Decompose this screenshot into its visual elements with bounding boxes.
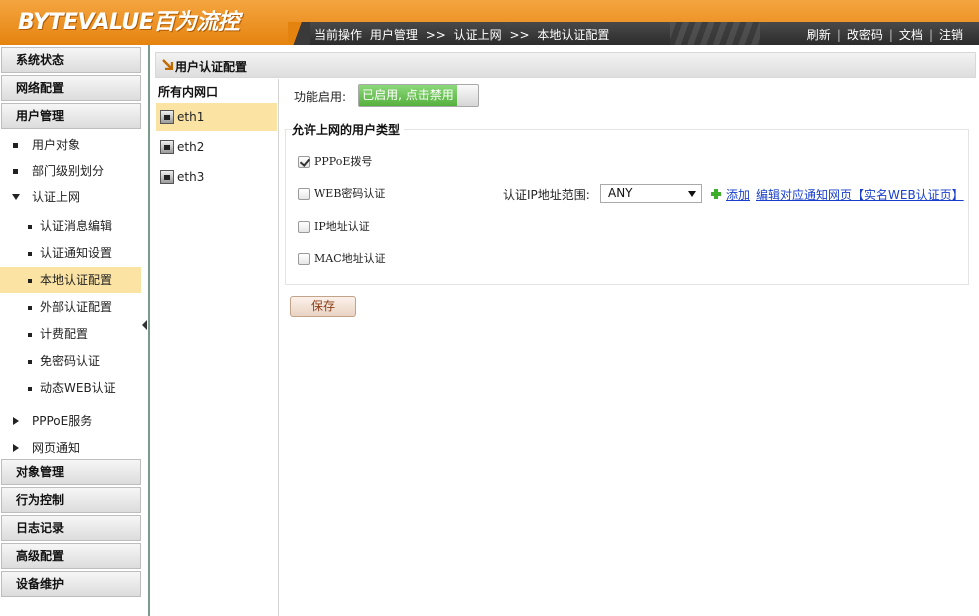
user-type-fieldset: [285, 129, 969, 285]
sidebar-item-local-auth[interactable]: 本地认证配置: [0, 267, 141, 293]
sidebar-item-auth-message[interactable]: 认证消息编辑: [0, 213, 141, 239]
sidebar-divider: [148, 45, 150, 616]
bullet-icon: [28, 360, 32, 364]
pppoe-checkbox[interactable]: [298, 156, 310, 168]
interface-list-header: 所有内网口: [158, 85, 219, 99]
ip-range-value: ANY: [608, 186, 633, 200]
bullet-icon: [28, 387, 32, 391]
web-password-checkbox[interactable]: [298, 188, 310, 200]
top-links: 刷新 | 改密码 | 文档 | 注销: [806, 28, 963, 42]
sidebar-group-auth[interactable]: 认证上网: [0, 184, 141, 210]
menu-behavior-control[interactable]: 行为控制: [1, 487, 141, 513]
interface-item-eth3[interactable]: eth3: [156, 163, 277, 191]
breadcrumb-item-auth: 认证上网: [453, 28, 502, 42]
arrow-down-right-icon: [162, 59, 173, 70]
brand-logo: BYTEVALUE百为流控: [18, 10, 240, 35]
interface-item-eth1[interactable]: eth1: [156, 103, 277, 131]
menu-network-config[interactable]: 网络配置: [1, 75, 141, 101]
logout-link[interactable]: 注销: [939, 28, 963, 42]
network-port-icon: [160, 140, 174, 154]
bullet-icon: [28, 333, 32, 337]
plus-icon[interactable]: [711, 189, 721, 199]
sidebar-item-billing[interactable]: 计费配置: [0, 321, 141, 347]
collapse-sidebar-icon[interactable]: [142, 320, 147, 330]
breadcrumb-item-user-mgmt: 用户管理: [369, 28, 418, 42]
edit-notify-page-link[interactable]: 编辑对应通知网页【实名WEB认证页】: [756, 186, 964, 203]
ip-range-select[interactable]: ANY: [600, 184, 702, 203]
menu-system-status[interactable]: 系统状态: [1, 47, 141, 73]
menu-object-mgmt[interactable]: 对象管理: [1, 459, 141, 485]
change-password-link[interactable]: 改密码: [847, 28, 883, 42]
ip-auth-checkbox[interactable]: [298, 221, 310, 233]
sidebar: 系统状态 网络配置 用户管理 用户对象 部门级别划分 认证上网 认证消息编辑 认…: [0, 45, 148, 616]
bullet-icon: [13, 169, 18, 174]
save-button[interactable]: 保存: [290, 296, 356, 317]
toggle-on-label: 已启用, 点击禁用: [359, 85, 457, 106]
interface-list: 所有内网口 eth1 eth2 eth3: [155, 79, 279, 616]
breadcrumb: 当前操作 用户管理 >> 认证上网 >> 本地认证配置: [314, 26, 613, 43]
bullet-icon: [28, 252, 32, 256]
page-title: 用户认证配置: [175, 60, 248, 74]
header-divider: [288, 22, 310, 45]
menu-log-records[interactable]: 日志记录: [1, 515, 141, 541]
function-enable-toggle[interactable]: 已启用, 点击禁用: [358, 84, 479, 107]
mac-auth-checkbox[interactable]: [298, 253, 310, 265]
breadcrumb-separator: >>: [509, 28, 530, 42]
bullet-icon: [28, 306, 32, 310]
breadcrumb-separator: >>: [425, 28, 446, 42]
collapsed-triangle-icon: [13, 444, 19, 452]
sidebar-item-external-auth[interactable]: 外部认证配置: [0, 294, 141, 320]
interface-item-eth2[interactable]: eth2: [156, 133, 277, 161]
sidebar-item-auth-notify[interactable]: 认证通知设置: [0, 240, 141, 266]
breadcrumb-item-current: 本地认证配置: [537, 28, 610, 42]
sidebar-item-no-password[interactable]: 免密码认证: [0, 348, 141, 374]
collapsed-triangle-icon: [13, 417, 19, 425]
add-link[interactable]: 添加: [726, 186, 750, 203]
menu-device-maintenance[interactable]: 设备维护: [1, 571, 141, 597]
function-enable-label: 功能启用:: [294, 90, 347, 104]
refresh-link[interactable]: 刷新: [807, 28, 831, 42]
bullet-icon: [28, 279, 32, 283]
menu-user-mgmt[interactable]: 用户管理: [1, 103, 141, 129]
panel-title-bar: 用户认证配置: [155, 52, 976, 78]
docs-link[interactable]: 文档: [899, 28, 923, 42]
ip-range-label: 认证IP地址范围:: [503, 188, 590, 202]
bullet-icon: [13, 143, 18, 148]
sidebar-item-dynamic-web[interactable]: 动态WEB认证: [0, 375, 141, 401]
network-port-icon: [160, 170, 174, 184]
sidebar-item-dept-level[interactable]: 部门级别划分: [0, 158, 141, 184]
breadcrumb-prefix: 当前操作: [314, 28, 363, 42]
bullet-icon: [28, 225, 32, 229]
header-stripes: [670, 22, 760, 45]
user-type-fieldset-title: 允许上网的用户类型: [292, 121, 405, 138]
sidebar-group-pppoe[interactable]: PPPoE服务: [0, 408, 141, 434]
sidebar-group-web-notify[interactable]: 网页通知: [0, 435, 141, 461]
expanded-triangle-icon: [12, 194, 20, 200]
dropdown-arrow-icon: [688, 191, 696, 197]
sidebar-item-user-object[interactable]: 用户对象: [0, 132, 141, 158]
menu-advanced-config[interactable]: 高级配置: [1, 543, 141, 569]
network-port-icon: [160, 110, 174, 124]
